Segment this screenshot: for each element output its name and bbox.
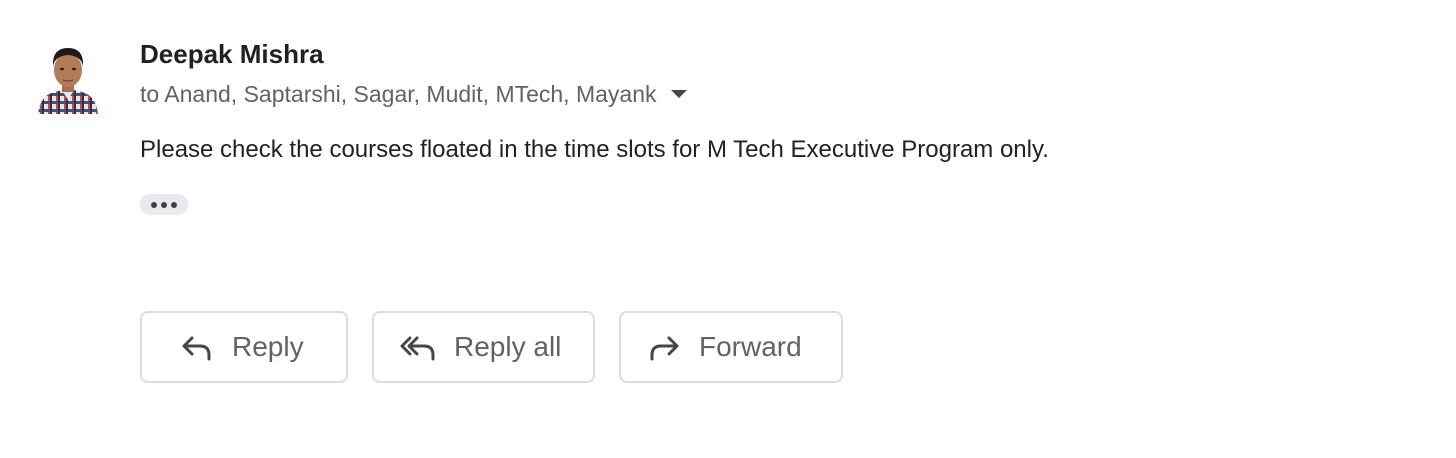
forward-icon <box>647 332 681 362</box>
reply-all-icon <box>400 332 436 362</box>
reply-button[interactable]: Reply <box>140 311 348 383</box>
forward-button[interactable]: Forward <box>619 311 843 383</box>
reply-all-label: Reply all <box>454 331 562 362</box>
more-horizontal-icon <box>161 201 167 208</box>
recipients-text: to Anand, Saptarshi, Sagar, Mudit, MTech… <box>140 81 657 107</box>
recipients-line: to Anand, Saptarshi, Sagar, Mudit, MTech… <box>140 79 687 109</box>
forward-label: Forward <box>699 331 802 362</box>
avatar-photo <box>36 40 100 114</box>
email-message: Deepak Mishra to Anand, Saptarshi, Sagar… <box>0 0 1456 458</box>
more-horizontal-icon <box>151 201 157 208</box>
more-horizontal-icon <box>171 201 177 208</box>
caret-down-icon[interactable] <box>670 90 687 98</box>
sender-name[interactable]: Deepak Mishra <box>140 38 324 70</box>
message-body: Please check the courses floated in the … <box>140 136 1049 163</box>
reply-all-button[interactable]: Reply all <box>372 311 595 383</box>
sender-avatar[interactable] <box>36 40 100 114</box>
reply-icon <box>180 332 214 362</box>
reply-label: Reply <box>232 331 304 362</box>
show-trimmed-content-button[interactable] <box>140 194 188 215</box>
